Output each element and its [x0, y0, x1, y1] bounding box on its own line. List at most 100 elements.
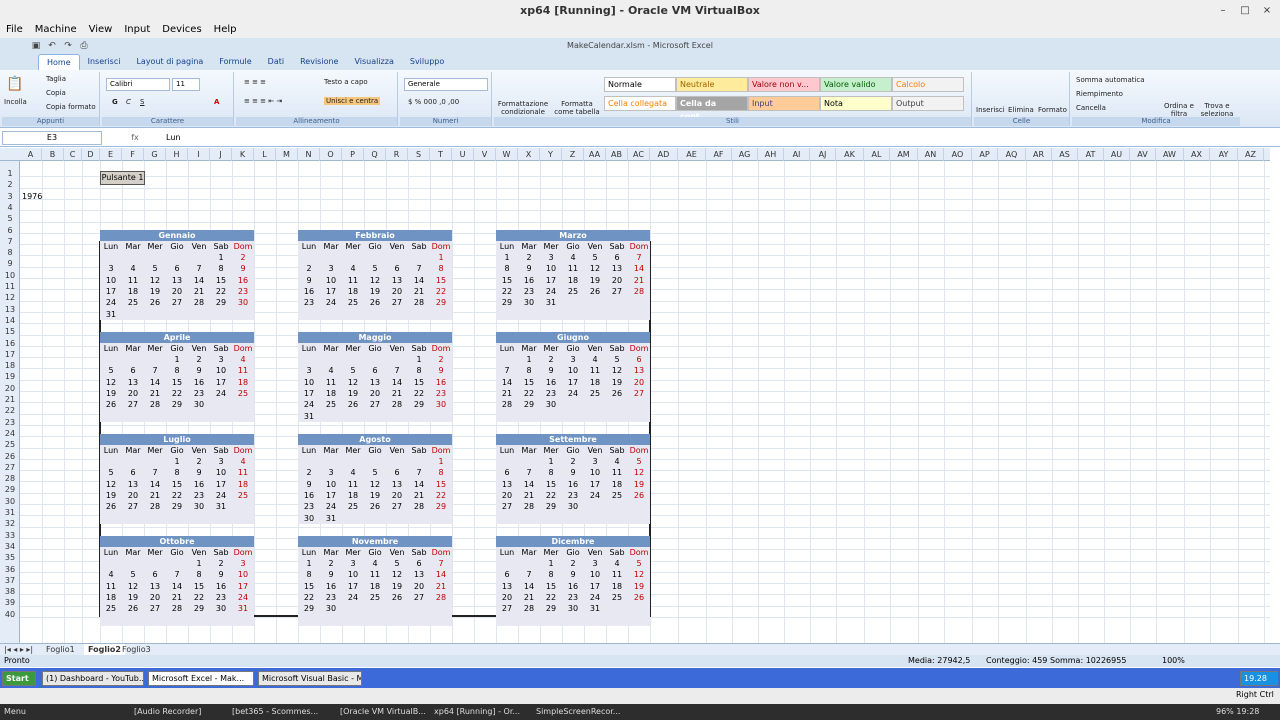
day-cell[interactable]: 13 [386, 479, 408, 490]
day-cell[interactable]: 23 [210, 592, 232, 603]
day-cell[interactable]: 7 [518, 467, 540, 478]
day-cell[interactable]: 22 [298, 592, 320, 603]
day-cell[interactable]: 24 [562, 388, 584, 399]
day-cell[interactable]: 7 [386, 365, 408, 376]
row-header[interactable]: 22 [0, 406, 20, 415]
day-cell[interactable]: 1 [210, 252, 232, 263]
weekday-label[interactable]: Mar [518, 547, 540, 558]
day-cell[interactable]: 21 [144, 388, 166, 399]
column-header[interactable]: C [64, 148, 82, 161]
day-cell[interactable]: 6 [122, 365, 144, 376]
day-cell[interactable]: 30 [540, 399, 562, 410]
day-cell[interactable]: 6 [386, 263, 408, 274]
day-cell[interactable]: 16 [540, 377, 562, 388]
column-header[interactable]: AX [1184, 148, 1210, 161]
day-cell[interactable]: 16 [562, 479, 584, 490]
weekday-label[interactable]: Sab [210, 547, 232, 558]
weekday-label[interactable]: Lun [496, 445, 518, 456]
name-box[interactable]: E3 [2, 131, 102, 145]
day-cell[interactable]: 10 [342, 569, 364, 580]
row-header[interactable]: 19 [0, 372, 20, 381]
weekday-label[interactable]: Ven [386, 343, 408, 354]
day-cell[interactable]: 15 [430, 479, 452, 490]
day-cell[interactable]: 31 [540, 297, 562, 308]
taskbar-item[interactable]: Microsoft Excel - Mak... [148, 671, 254, 686]
day-cell[interactable]: 30 [562, 603, 584, 614]
underline-button[interactable]: S [140, 98, 144, 106]
day-cell[interactable]: 28 [518, 603, 540, 614]
day-cell[interactable]: 28 [496, 399, 518, 410]
day-cell[interactable]: 30 [188, 399, 210, 410]
day-cell[interactable]: 21 [408, 286, 430, 297]
weekday-label[interactable]: Mar [122, 547, 144, 558]
day-cell[interactable]: 4 [606, 558, 628, 569]
day-cell[interactable]: 28 [188, 297, 210, 308]
day-cell[interactable]: 28 [408, 501, 430, 512]
day-cell[interactable]: 24 [342, 592, 364, 603]
weekday-label[interactable]: Ven [584, 445, 606, 456]
day-cell[interactable]: 26 [100, 399, 122, 410]
day-cell[interactable]: 27 [364, 399, 386, 410]
column-header[interactable]: AK [836, 148, 864, 161]
insert-cells-button[interactable]: Inserisci [976, 106, 1005, 114]
day-cell[interactable]: 4 [122, 263, 144, 274]
day-cell[interactable]: 2 [430, 354, 452, 365]
day-cell[interactable]: 6 [606, 252, 628, 263]
day-cell[interactable]: 24 [210, 490, 232, 501]
day-cell[interactable]: 30 [562, 501, 584, 512]
day-cell[interactable]: 30 [518, 297, 540, 308]
day-cell[interactable]: 19 [122, 592, 144, 603]
tab-view[interactable]: Visualizza [346, 54, 401, 70]
day-cell[interactable]: 18 [584, 377, 606, 388]
day-cell[interactable]: 10 [540, 263, 562, 274]
row-header[interactable]: 11 [0, 282, 20, 291]
day-cell[interactable]: 20 [628, 377, 650, 388]
tab-review[interactable]: Revisione [292, 54, 346, 70]
weekday-label[interactable]: Ven [584, 343, 606, 354]
weekday-label[interactable]: Ven [386, 241, 408, 252]
day-cell[interactable]: 10 [100, 275, 122, 286]
row-header[interactable]: 33 [0, 531, 20, 540]
day-cell[interactable]: 7 [144, 365, 166, 376]
column-header[interactable]: T [430, 148, 452, 161]
day-cell[interactable]: 5 [584, 252, 606, 263]
font-name-select[interactable]: Calibri [106, 78, 170, 91]
day-cell[interactable]: 23 [232, 286, 254, 297]
weekday-label[interactable]: Ven [188, 343, 210, 354]
day-cell[interactable]: 16 [562, 581, 584, 592]
day-cell[interactable]: 17 [562, 377, 584, 388]
weekday-label[interactable]: Gio [364, 547, 386, 558]
column-header[interactable]: AL [864, 148, 890, 161]
weekday-label[interactable]: Gio [166, 343, 188, 354]
day-cell[interactable]: 3 [320, 263, 342, 274]
day-cell[interactable]: 23 [518, 286, 540, 297]
row-header[interactable]: 21 [0, 395, 20, 404]
weekday-label[interactable]: Dom [628, 343, 650, 354]
day-cell[interactable]: 16 [188, 479, 210, 490]
day-cell[interactable]: 27 [144, 603, 166, 614]
weekday-label[interactable]: Sab [408, 445, 430, 456]
day-cell[interactable]: 25 [364, 592, 386, 603]
day-cell[interactable]: 18 [100, 592, 122, 603]
macro-button[interactable]: Pulsante 1 [100, 171, 145, 185]
day-cell[interactable]: 11 [342, 479, 364, 490]
day-cell[interactable]: 26 [144, 297, 166, 308]
column-header[interactable]: Z [562, 148, 584, 161]
row-header[interactable]: 6 [0, 226, 20, 235]
redo-icon[interactable]: ↷ [62, 40, 74, 52]
day-cell[interactable]: 15 [408, 377, 430, 388]
day-cell[interactable]: 15 [298, 581, 320, 592]
day-cell[interactable]: 29 [496, 297, 518, 308]
weekday-label[interactable]: Dom [628, 241, 650, 252]
row-header[interactable]: 27 [0, 463, 20, 472]
day-cell[interactable]: 7 [408, 467, 430, 478]
weekday-label[interactable]: Gio [562, 445, 584, 456]
day-cell[interactable]: 22 [188, 592, 210, 603]
day-cell[interactable]: 12 [364, 479, 386, 490]
day-cell[interactable]: 26 [628, 592, 650, 603]
weekday-label[interactable]: Lun [496, 547, 518, 558]
day-cell[interactable]: 4 [584, 354, 606, 365]
day-cell[interactable]: 31 [100, 309, 122, 320]
day-cell[interactable]: 26 [606, 388, 628, 399]
day-cell[interactable]: 4 [100, 569, 122, 580]
